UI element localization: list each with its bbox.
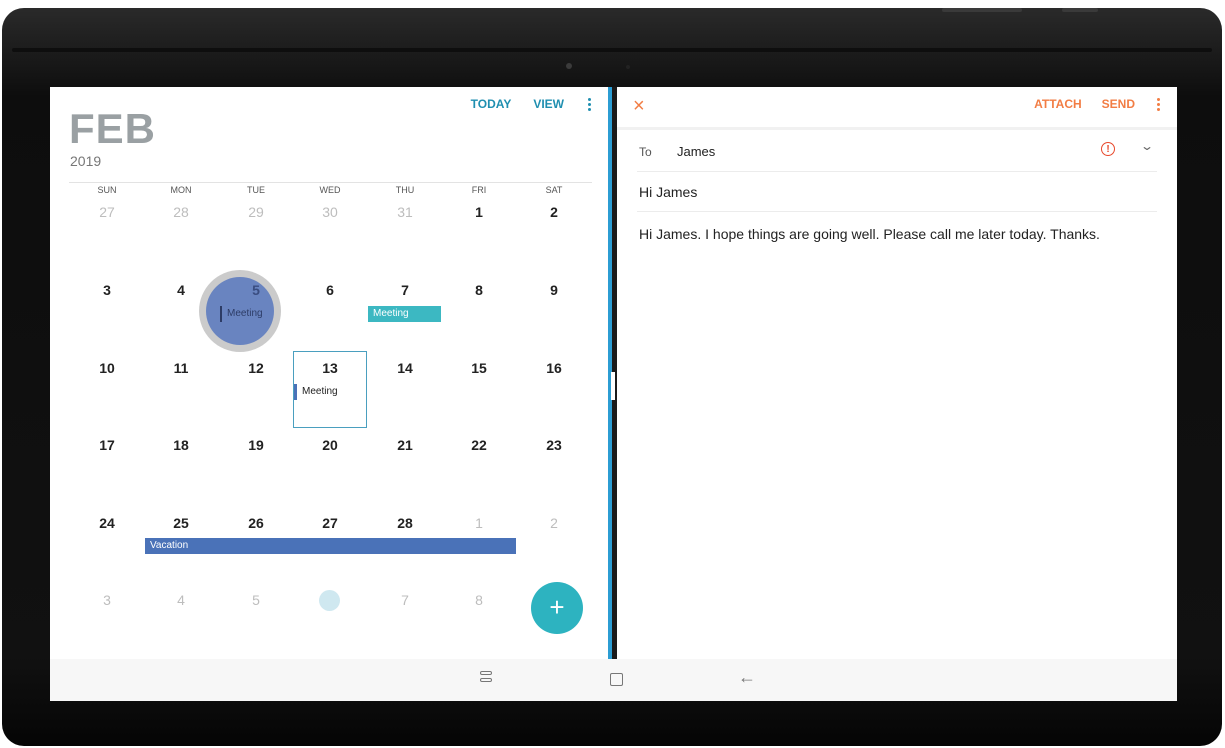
- field-divider: [637, 211, 1157, 212]
- recent-apps-icon[interactable]: [480, 671, 492, 689]
- day-cell[interactable]: 23: [517, 437, 591, 453]
- bezel-edge: [12, 48, 1212, 52]
- day-cell[interactable]: 10: [70, 360, 144, 376]
- subject-field[interactable]: Hi James: [639, 184, 697, 200]
- attach-button[interactable]: ATTACH: [1034, 97, 1082, 111]
- day-cell[interactable]: 26: [219, 515, 293, 531]
- day-cell[interactable]: 2: [517, 515, 591, 531]
- day-cell-today[interactable]: 13: [293, 360, 367, 376]
- day-cell[interactable]: 9: [517, 282, 591, 298]
- day-cell[interactable]: 29: [219, 204, 293, 220]
- day-cell[interactable]: 16: [517, 360, 591, 376]
- day-cell[interactable]: 5: [219, 282, 293, 298]
- day-cell[interactable]: 12: [219, 360, 293, 376]
- day-cell[interactable]: 3: [70, 282, 144, 298]
- day-cell[interactable]: 11: [144, 360, 218, 376]
- day-cell[interactable]: 19: [219, 437, 293, 453]
- weekday-sun: SUN: [97, 185, 117, 195]
- day-cell[interactable]: 17: [70, 437, 144, 453]
- volume-button: [942, 8, 1022, 12]
- year-label: 2019: [70, 153, 102, 169]
- day-cell[interactable]: 18: [144, 437, 218, 453]
- send-button[interactable]: SEND: [1102, 97, 1135, 111]
- event-meeting-5[interactable]: Meeting: [220, 306, 268, 322]
- day-cell-highlight[interactable]: [319, 590, 340, 611]
- weekday-thu: THU: [395, 185, 415, 195]
- field-divider: [637, 171, 1157, 172]
- day-cell[interactable]: 7: [368, 282, 442, 298]
- close-icon[interactable]: ×: [633, 95, 645, 118]
- day-cell[interactable]: 3: [70, 592, 144, 608]
- day-cell[interactable]: 22: [442, 437, 516, 453]
- day-cell[interactable]: 30: [293, 204, 367, 220]
- weekday-wed: WED: [319, 185, 341, 195]
- today-button[interactable]: TODAY: [471, 97, 512, 111]
- day-cell[interactable]: 5: [219, 592, 293, 608]
- event-meeting-13[interactable]: Meeting: [294, 384, 354, 400]
- calendar-panel: FEB 2019 TODAY VIEW SUN MON TUE WED THU …: [50, 87, 608, 659]
- day-cell[interactable]: 27: [70, 204, 144, 220]
- weekday-sat: SAT: [545, 185, 563, 195]
- day-cell[interactable]: 28: [144, 204, 218, 220]
- email-toolbar: ATTACH SEND: [1034, 97, 1161, 111]
- weekday-mon: MON: [170, 185, 192, 195]
- back-icon[interactable]: ←: [738, 667, 756, 688]
- screen: FEB 2019 TODAY VIEW SUN MON TUE WED THU …: [50, 87, 1177, 701]
- day-cell[interactable]: 25: [144, 515, 218, 531]
- email-more-icon[interactable]: [1155, 97, 1161, 111]
- navigation-bar: ←: [50, 659, 1177, 701]
- event-vacation[interactable]: Vacation: [145, 538, 516, 554]
- home-icon[interactable]: [610, 673, 623, 686]
- day-cell[interactable]: 1: [442, 204, 516, 220]
- weekday-fri: FRI: [471, 185, 487, 195]
- day-cell[interactable]: 7: [368, 592, 442, 608]
- calendar-divider: [69, 182, 592, 183]
- day-cell[interactable]: 6: [293, 282, 367, 298]
- add-event-button[interactable]: +: [531, 582, 583, 634]
- day-cell[interactable]: 15: [442, 360, 516, 376]
- split-view-handle[interactable]: [611, 372, 615, 400]
- weekday-tue: TUE: [247, 185, 265, 195]
- calendar-more-icon[interactable]: [586, 97, 592, 111]
- view-button[interactable]: VIEW: [533, 97, 564, 111]
- event-meeting-7[interactable]: Meeting: [368, 306, 441, 322]
- chevron-down-icon[interactable]: ⌄: [1140, 139, 1154, 153]
- month-title: FEB: [69, 105, 156, 152]
- day-cell[interactable]: 4: [144, 592, 218, 608]
- day-cell[interactable]: 21: [368, 437, 442, 453]
- day-cell[interactable]: 31: [368, 204, 442, 220]
- calendar-toolbar: TODAY VIEW: [471, 97, 592, 111]
- camera: [566, 63, 572, 69]
- to-field[interactable]: James: [677, 144, 715, 159]
- to-label: To: [639, 145, 652, 159]
- day-cell[interactable]: 20: [293, 437, 367, 453]
- day-cell[interactable]: 28: [368, 515, 442, 531]
- day-cell[interactable]: 2: [517, 204, 591, 220]
- toolbar-divider: [617, 127, 1177, 130]
- day-cell[interactable]: 1: [442, 515, 516, 531]
- day-cell[interactable]: 24: [70, 515, 144, 531]
- power-button: [1062, 8, 1098, 12]
- email-compose-panel: × ATTACH SEND To James ! ⌄ Hi James Hi J…: [617, 87, 1177, 659]
- warning-icon[interactable]: !: [1101, 142, 1115, 156]
- day-cell[interactable]: 27: [293, 515, 367, 531]
- light-sensor: [626, 65, 630, 69]
- day-cell[interactable]: 14: [368, 360, 442, 376]
- day-cell[interactable]: 8: [442, 282, 516, 298]
- message-body[interactable]: Hi James. I hope things are going well. …: [639, 226, 1100, 242]
- day-cell[interactable]: 8: [442, 592, 516, 608]
